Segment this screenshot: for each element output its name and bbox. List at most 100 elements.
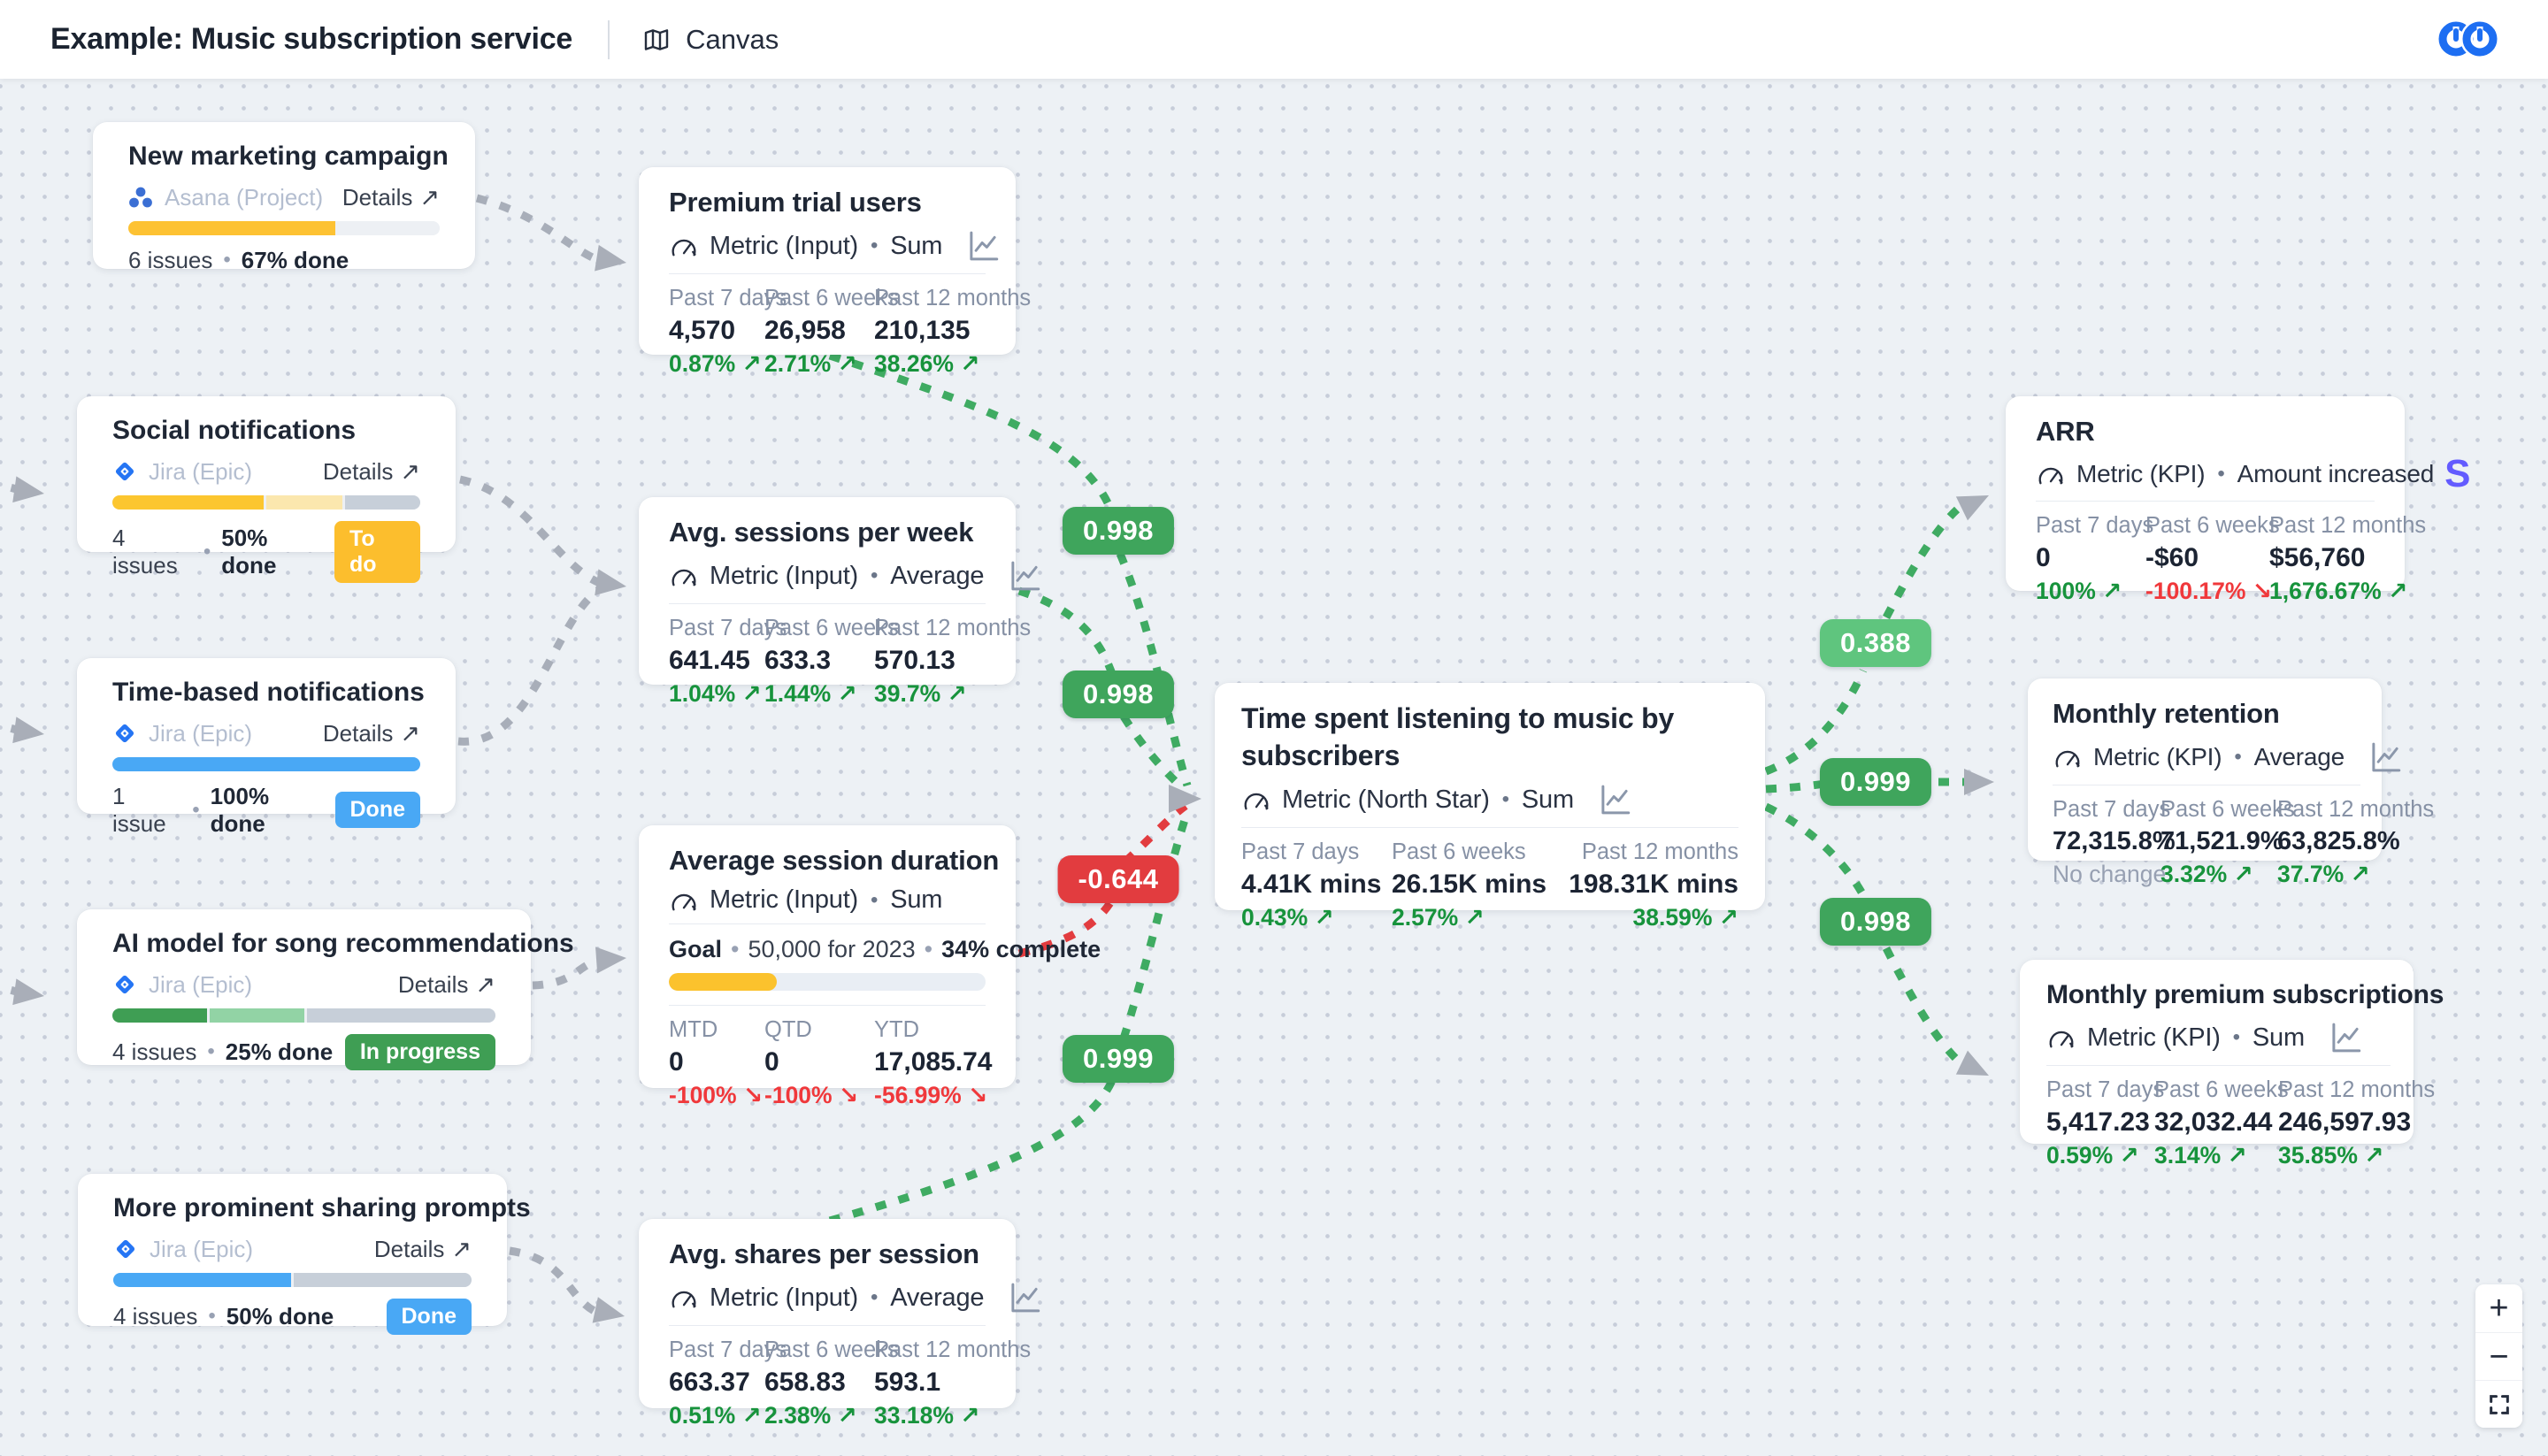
external-link-icon: ↗ xyxy=(419,184,440,211)
card-divider xyxy=(1241,827,1738,828)
arrowhead xyxy=(12,476,46,506)
metric-card-premium-trial[interactable]: Premium trial users Metric (Input) • Sum… xyxy=(639,167,1016,355)
line-chart-icon[interactable] xyxy=(963,227,1002,264)
dot-separator: • xyxy=(2234,745,2241,770)
stat-change: 37.7% ↗ xyxy=(2277,861,2434,888)
metric-card-avg-sessions[interactable]: Avg. sessions per week Metric (Input) • … xyxy=(639,497,1016,685)
stat-change: 2.57% ↗ xyxy=(1392,904,1551,931)
card-title: AI model for song recommendations xyxy=(112,929,495,960)
line-chart-icon[interactable] xyxy=(1005,557,1044,594)
stat-change: 0.51% ↗ xyxy=(669,1402,764,1429)
progress-bar xyxy=(112,495,420,510)
goal-progress-bar xyxy=(669,973,986,991)
metric-type-label: Metric (KPI) xyxy=(2093,743,2222,771)
metric-type-label: Metric (Input) xyxy=(710,1284,858,1313)
line-chart-icon[interactable] xyxy=(1005,1279,1044,1316)
details-link[interactable]: Details↗ xyxy=(323,720,420,747)
canvas-tab[interactable]: Canvas xyxy=(641,24,779,56)
metric-card-avg-duration[interactable]: Average session duration Metric (Input) … xyxy=(639,825,1016,1088)
stat-value: 17,085.74 xyxy=(874,1047,992,1077)
stat-value: 4.41K mins xyxy=(1241,870,1392,900)
metric-card-retention[interactable]: Monthly retention Metric (KPI) • Average… xyxy=(2028,678,2382,861)
stat-label: Past 7 days xyxy=(669,616,764,641)
correlation-badge[interactable]: 0.999 xyxy=(1063,1035,1174,1083)
metric-card-premium-subs[interactable]: Monthly premium subscriptions Metric (KP… xyxy=(2020,960,2414,1144)
project-card-sharing[interactable]: More prominent sharing prompts Jira (Epi… xyxy=(78,1174,507,1326)
correlation-badge[interactable]: -0.644 xyxy=(1058,855,1179,903)
metric-card-arr[interactable]: ARR Metric (KPI) • Amount increased S Pa… xyxy=(2006,396,2405,591)
details-link[interactable]: Details↗ xyxy=(342,184,440,211)
project-card-time-based[interactable]: Time-based notifications Jira (Epic) Det… xyxy=(77,658,456,814)
jira-icon xyxy=(113,1237,138,1261)
stat-label: Past 6 weeks xyxy=(1392,839,1551,865)
stat-label: YTD xyxy=(874,1017,992,1043)
correlation-badge[interactable]: 0.998 xyxy=(1063,671,1174,718)
stat-value: 63,825.8% xyxy=(2277,827,2434,856)
stat-label: MTD xyxy=(669,1017,764,1043)
line-chart-icon[interactable] xyxy=(2326,1019,2365,1056)
connector-marketing-premium xyxy=(477,198,602,261)
stat-value: 633.3 xyxy=(764,646,874,676)
stat-label: Past 12 months xyxy=(2269,513,2426,539)
stat-label: Past 12 months xyxy=(874,286,1031,311)
gauge-icon xyxy=(1241,786,1271,813)
project-card-ai-model[interactable]: AI model for song recommendations Jira (… xyxy=(77,909,531,1065)
correlation-badge[interactable]: 0.999 xyxy=(1820,758,1931,806)
details-link[interactable]: Details↗ xyxy=(374,1236,472,1263)
connector-premium-northstar-2 xyxy=(1120,554,1187,785)
stat-label: Past 12 months xyxy=(2278,1077,2435,1103)
goal-summary: Goal • 50,000 for 2023 • 34% complete xyxy=(669,936,986,963)
status-badge: Done xyxy=(387,1299,472,1335)
asana-icon xyxy=(128,186,153,209)
dot-separator: • xyxy=(192,798,199,823)
metric-type-label: Metric (KPI) xyxy=(2087,1023,2221,1053)
jira-icon xyxy=(112,459,137,484)
issues-count: 4 issues xyxy=(112,1038,196,1066)
external-link-icon: ↗ xyxy=(475,971,495,999)
metric-type-label: Metric (KPI) xyxy=(2076,460,2205,488)
card-title: ARR xyxy=(2036,414,2375,449)
stat-change: 100% ↗ xyxy=(2036,578,2145,605)
stat-change: -56.99% ↘ xyxy=(874,1082,992,1109)
correlation-badge[interactable]: 0.388 xyxy=(1820,619,1931,667)
card-divider xyxy=(669,1005,986,1006)
correlation-badge[interactable]: 0.998 xyxy=(1063,507,1174,555)
dot-separator: • xyxy=(1502,787,1509,812)
fullscreen-icon xyxy=(2487,1392,2512,1417)
stat-label: Past 6 weeks xyxy=(764,1337,874,1363)
stat-change: 0.59% ↗ xyxy=(2046,1142,2154,1169)
zoom-out-button[interactable]: − xyxy=(2475,1332,2522,1380)
aggregation-label: Sum xyxy=(2253,1023,2305,1053)
card-title: Avg. sessions per week xyxy=(669,515,986,550)
progress-bar xyxy=(128,221,440,235)
card-divider xyxy=(669,273,986,274)
connector-social-sessions xyxy=(460,479,600,583)
stat-change: 1.44% ↗ xyxy=(764,680,874,708)
project-card-new-marketing[interactable]: New marketing campaign Asana (Project) D… xyxy=(93,122,475,269)
issues-count: 1 issue xyxy=(112,783,181,838)
line-chart-icon[interactable] xyxy=(1595,781,1634,818)
dot-separator: • xyxy=(203,540,211,564)
correlation-badge[interactable]: 0.998 xyxy=(1820,898,1931,946)
stat-label: Past 7 days xyxy=(1241,839,1392,865)
zoom-in-button[interactable]: + xyxy=(2475,1284,2522,1332)
line-chart-icon[interactable] xyxy=(2366,739,2405,776)
details-link[interactable]: Details↗ xyxy=(398,971,495,999)
stat-label: Past 12 months xyxy=(874,1337,1031,1363)
stat-change: -100% ↘ xyxy=(764,1082,874,1109)
card-title: Time-based notifications xyxy=(112,678,420,709)
metric-type-label: Metric (North Star) xyxy=(1282,785,1490,815)
metric-card-avg-shares[interactable]: Avg. shares per session Metric (Input) •… xyxy=(639,1219,1016,1408)
stat-value: 0 xyxy=(2036,543,2145,573)
gauge-icon xyxy=(2053,744,2083,770)
aggregation-label: Sum xyxy=(1522,785,1574,815)
metric-card-north-star[interactable]: Time spent listening to music by subscri… xyxy=(1215,683,1765,910)
canvas-page: { "header": { "title": "Example: Music s… xyxy=(0,0,2548,1456)
issues-count: 6 issues xyxy=(128,247,212,274)
stat-change: 0.87% ↗ xyxy=(669,350,764,378)
project-card-social[interactable]: Social notifications Jira (Epic) Details… xyxy=(77,396,456,552)
fullscreen-button[interactable] xyxy=(2475,1380,2522,1428)
details-link[interactable]: Details↗ xyxy=(323,458,420,486)
jira-icon xyxy=(112,721,137,746)
doubleloop-logo[interactable] xyxy=(2437,17,2499,61)
